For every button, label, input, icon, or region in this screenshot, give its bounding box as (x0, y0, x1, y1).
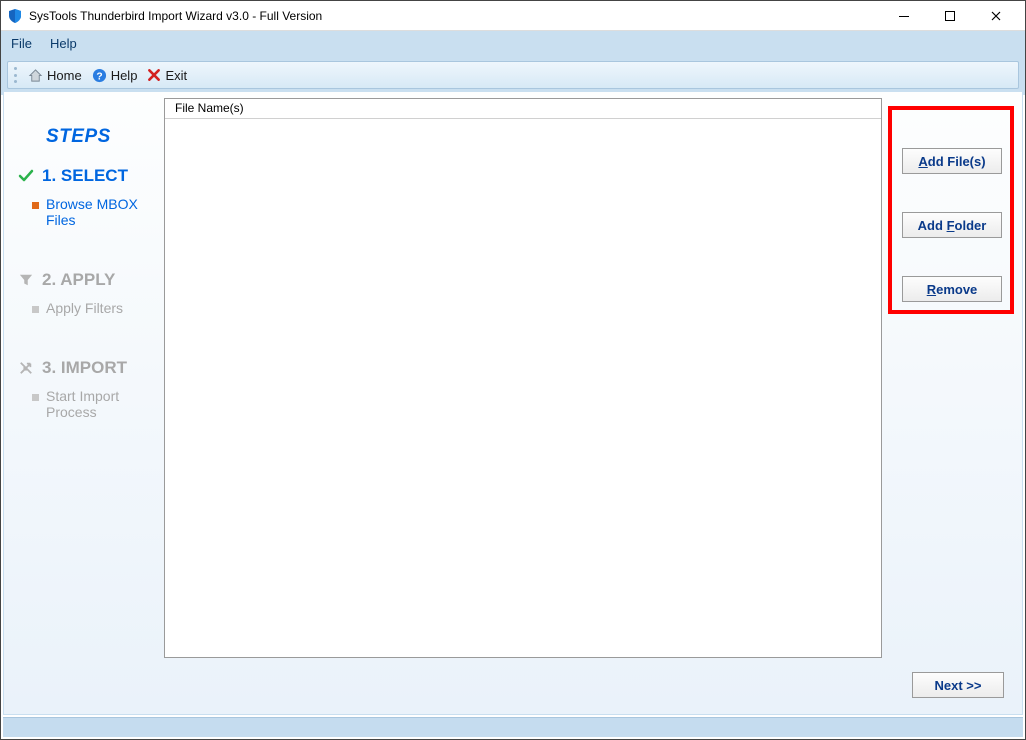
steps-sidebar: STEPS 1. SELECT Browse MBOX Files 2. APP… (4, 92, 164, 714)
step-3-title: 3. IMPORT (42, 358, 127, 378)
remove-button[interactable]: Remove (902, 276, 1002, 302)
file-list-column-header[interactable]: File Name(s) (165, 99, 881, 119)
add-folder-button[interactable]: Add Folder (902, 212, 1002, 238)
home-icon (28, 68, 43, 83)
exit-icon (147, 68, 161, 82)
close-button[interactable] (973, 1, 1019, 31)
app-icon (7, 8, 23, 24)
window-controls (881, 1, 1019, 31)
next-button[interactable]: Next >> (912, 672, 1004, 698)
step-3-header: 3. IMPORT (18, 358, 154, 378)
toolbar-help-label: Help (111, 68, 138, 83)
client-area: STEPS 1. SELECT Browse MBOX Files 2. APP… (3, 91, 1023, 715)
toolbar-wrap: Home ? Help Exit (1, 55, 1025, 95)
window-title: SysTools Thunderbird Import Wizard v3.0 … (29, 9, 881, 23)
menu-bar: File Help (1, 31, 1025, 55)
toolbar-exit-label: Exit (165, 68, 187, 83)
steps-heading: STEPS (46, 126, 154, 148)
step-2-title: 2. APPLY (42, 270, 115, 290)
toolbar-exit[interactable]: Exit (147, 68, 187, 83)
title-bar: SysTools Thunderbird Import Wizard v3.0 … (1, 1, 1025, 31)
help-icon: ? (92, 68, 107, 83)
step-2-sub: Apply Filters (46, 300, 154, 316)
step-3-sub: Start Import Process (46, 388, 154, 420)
toolbar-home-label: Home (47, 68, 82, 83)
filter-icon (18, 273, 34, 287)
toolbar-home[interactable]: Home (28, 68, 82, 83)
check-icon (18, 168, 34, 184)
menu-file[interactable]: File (11, 36, 32, 51)
step-1-header: 1. SELECT (18, 166, 154, 186)
toolbar-grip (14, 67, 18, 83)
menu-help[interactable]: Help (50, 36, 77, 51)
status-bar (3, 717, 1023, 737)
step-1-title: 1. SELECT (42, 166, 128, 186)
minimize-button[interactable] (881, 1, 927, 31)
svg-text:?: ? (96, 71, 102, 82)
step-2-header: 2. APPLY (18, 270, 154, 290)
maximize-button[interactable] (927, 1, 973, 31)
file-list[interactable]: File Name(s) (164, 98, 882, 658)
action-pane: Add File(s) Add Folder Remove Next >> (882, 92, 1022, 714)
import-icon (18, 361, 34, 375)
file-list-area: File Name(s) (164, 92, 882, 714)
toolbar: Home ? Help Exit (7, 61, 1019, 89)
step-1-sub: Browse MBOX Files (46, 196, 154, 228)
toolbar-help[interactable]: ? Help (92, 68, 138, 83)
add-files-button[interactable]: Add File(s) (902, 148, 1002, 174)
